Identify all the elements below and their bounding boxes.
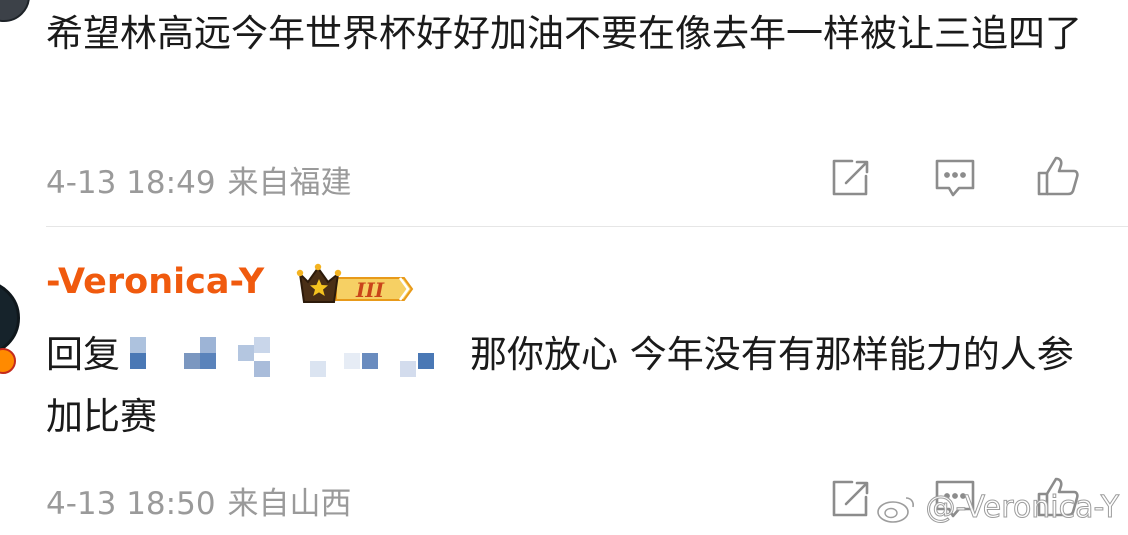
- comment-button[interactable]: [933, 156, 977, 200]
- avatar[interactable]: [0, 280, 20, 356]
- avatar-verified-badge: [0, 348, 16, 374]
- comment-date: 4-13 18:49: [46, 165, 216, 201]
- comment-date: 4-13 18:50: [46, 486, 216, 522]
- share-edit-icon: [832, 480, 869, 517]
- share-button[interactable]: [828, 477, 872, 521]
- share-button[interactable]: [828, 156, 872, 200]
- like-button[interactable]: [1036, 154, 1080, 198]
- comment-divider: [46, 226, 1128, 227]
- watermark: @-Veronica-Y: [876, 490, 1120, 526]
- watermark-text: @-Veronica-Y: [925, 490, 1120, 526]
- reply-prefix: 回复: [46, 333, 120, 376]
- comment-text: 希望林高远今年世界杯好好加油不要在像去年一样被让三追四了: [46, 12, 1082, 55]
- comment-text: 回复 那你放心 今年没有有那样能力的人参加比赛: [46, 324, 1086, 448]
- crown-icon: III: [296, 263, 414, 303]
- username[interactable]: -Veronica-Y: [46, 262, 264, 302]
- comment-location: 来自山西: [227, 486, 352, 522]
- avatar[interactable]: [0, 0, 30, 22]
- badge-level: III: [355, 278, 385, 302]
- thumbs-up-icon: [1037, 156, 1079, 196]
- comment-meta: 4-13 18:50 来自山西: [46, 478, 352, 523]
- share-edit-icon: [832, 159, 869, 196]
- comment-meta: 4-13 18:49 来自福建: [46, 157, 352, 202]
- comment-bubble-icon: [935, 159, 975, 197]
- vip-badge[interactable]: III: [296, 262, 414, 308]
- blurred-mention[interactable]: [130, 336, 460, 377]
- weibo-logo-icon: [877, 496, 914, 523]
- comment-location: 来自福建: [227, 165, 352, 201]
